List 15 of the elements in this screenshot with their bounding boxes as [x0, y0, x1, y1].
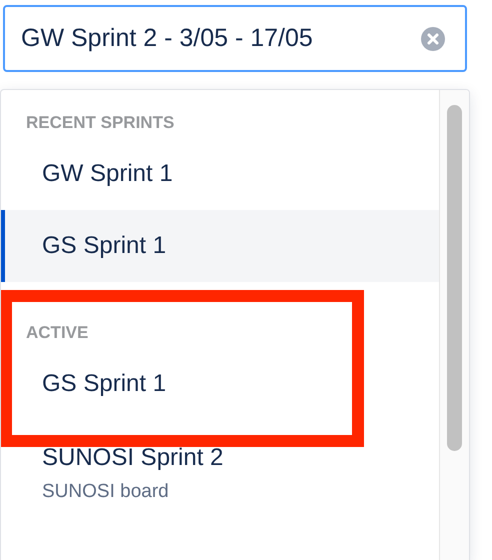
- board-name: SUNOSI board: [42, 480, 170, 504]
- sprint-option[interactable]: GS Sprint 1: [1, 348, 439, 420]
- sprint-name: GS Sprint 1: [42, 369, 168, 399]
- clear-icon[interactable]: [421, 26, 445, 50]
- sprint-option[interactable]: GS Sprint 1: [1, 210, 439, 282]
- sprint-option[interactable]: GW Sprint 1: [1, 138, 439, 210]
- sprint-name: GW Sprint 1: [42, 159, 174, 189]
- section-heading: RECENT SPRINTS: [25, 112, 176, 134]
- sprint-option[interactable]: SUNOSI Sprint 2 SUNOSI board: [1, 420, 439, 520]
- sprint-name: GS Sprint 1: [42, 231, 168, 261]
- search-input[interactable]: GW Sprint 2 - 3/05 - 17/05: [21, 24, 421, 53]
- search-field[interactable]: GW Sprint 2 - 3/05 - 17/05: [3, 5, 467, 72]
- section-heading: ACTIVE: [25, 322, 90, 344]
- scrollbar-thumb[interactable]: [447, 105, 462, 451]
- sprint-name: SUNOSI Sprint 2: [42, 443, 224, 473]
